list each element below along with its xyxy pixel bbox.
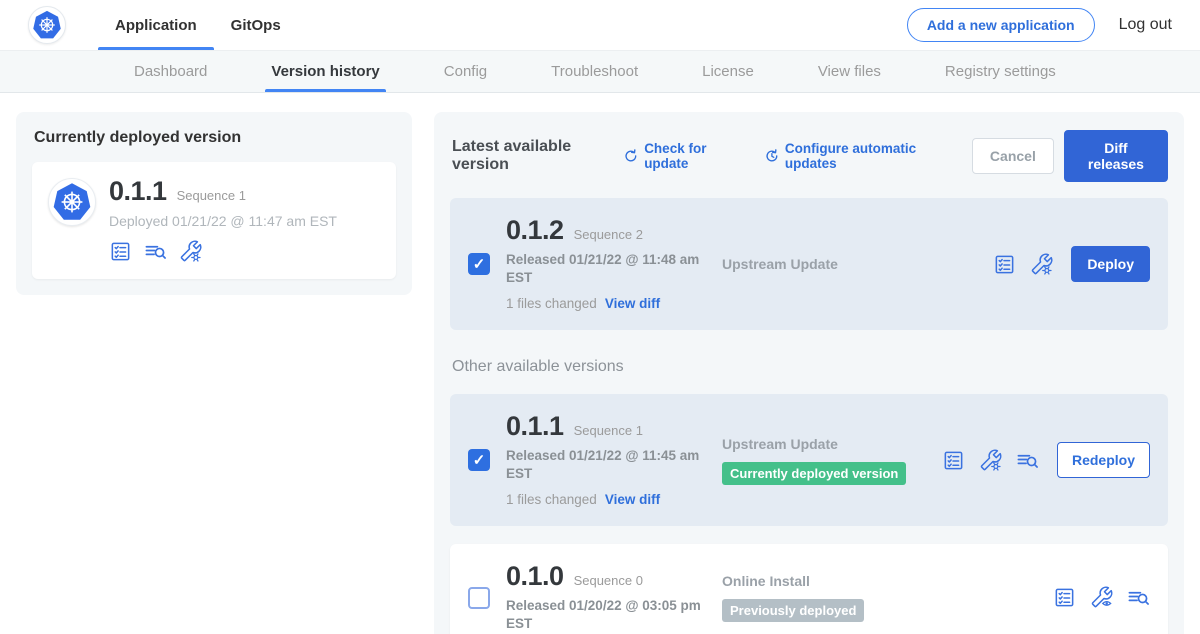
subnav-item-troubleshoot[interactable]: Troubleshoot — [547, 51, 642, 92]
subnav-label-config: Config — [444, 63, 487, 80]
latest-version-title: Latest available version — [452, 138, 608, 174]
version-checkbox[interactable] — [468, 587, 490, 609]
subnav-item-config[interactable]: Config — [440, 51, 491, 92]
version-row-0-1-1: ✓ 0.1.1 Sequence 1 Released 01/21/22 @ 1… — [450, 394, 1168, 526]
currently-deployed-card: 0.1.1 Sequence 1 Deployed 01/21/22 @ 11:… — [32, 162, 396, 279]
config-edit-icon[interactable] — [1030, 253, 1053, 276]
top-tabs: Application GitOps — [98, 0, 298, 50]
checkbox-check-icon: ✓ — [473, 451, 486, 469]
config-edit-icon[interactable] — [179, 240, 202, 263]
config-edit-icon[interactable] — [979, 449, 1002, 472]
version-checkbox[interactable]: ✓ — [468, 253, 490, 275]
redeploy-button[interactable]: Redeploy — [1057, 442, 1150, 478]
config-view-icon[interactable] — [1090, 586, 1113, 609]
deploy-button[interactable]: Deploy — [1071, 246, 1150, 282]
sequence-label: Sequence 1 — [574, 423, 643, 438]
diff-releases-button[interactable]: Diff releases — [1064, 130, 1168, 182]
version-checkbox[interactable]: ✓ — [468, 449, 490, 471]
subnav-label-license: License — [702, 63, 754, 80]
top-navbar: Application GitOps Add a new application… — [0, 0, 1200, 50]
schedule-update-icon — [765, 148, 779, 164]
subnav-label-dashboard: Dashboard — [134, 63, 207, 80]
deployed-timestamp: Deployed 01/21/22 @ 11:47 am EST — [109, 213, 337, 229]
view-diff-link[interactable]: View diff — [605, 492, 660, 507]
version-source: Upstream Update — [722, 256, 977, 272]
cancel-button[interactable]: Cancel — [972, 138, 1054, 174]
files-changed-label: 1 files changed — [506, 492, 597, 507]
preflight-checks-icon[interactable] — [942, 449, 965, 472]
configure-auto-updates-label: Configure automatic updates — [785, 141, 946, 171]
deployed-version-info: 0.1.1 Sequence 1 Deployed 01/21/22 @ 11:… — [109, 178, 337, 263]
currently-deployed-panel: Currently deployed version 0.1.1 Sequenc… — [16, 112, 412, 295]
deploy-logs-icon[interactable] — [1127, 586, 1150, 609]
tab-application[interactable]: Application — [98, 0, 214, 50]
version-info: 0.1.2 Sequence 2 Released 01/21/22 @ 11:… — [506, 217, 706, 311]
preflight-checks-icon[interactable] — [109, 240, 132, 263]
version-history-panel: Latest available version Check for updat… — [434, 112, 1184, 634]
sequence-label: Sequence 0 — [574, 573, 643, 588]
source-label: Upstream Update — [722, 436, 926, 452]
subnav-item-license[interactable]: License — [698, 51, 758, 92]
version-source: Upstream Update Currently deployed versi… — [722, 436, 926, 485]
deployed-actions — [109, 240, 337, 263]
version-info: 0.1.0 Sequence 0 Released 01/20/22 @ 03:… — [506, 563, 706, 632]
preflight-checks-icon[interactable] — [993, 253, 1016, 276]
topnav-right: Add a new application Log out — [907, 8, 1172, 42]
subnav-item-dashboard[interactable]: Dashboard — [130, 51, 211, 92]
subnav-label-registry-settings: Registry settings — [945, 63, 1056, 80]
other-versions-heading: Other available versions — [452, 358, 1166, 376]
subnav-item-view-files[interactable]: View files — [814, 51, 885, 92]
tab-gitops-label: GitOps — [231, 17, 281, 34]
tab-gitops[interactable]: GitOps — [214, 0, 298, 50]
version-actions: Redeploy — [942, 442, 1150, 478]
deployed-sequence-label: Sequence 1 — [177, 188, 246, 203]
check-for-update-label: Check for update — [644, 141, 739, 171]
main-content: Currently deployed version 0.1.1 Sequenc… — [0, 93, 1200, 634]
released-timestamp: Released 01/21/22 @ 11:48 am EST — [506, 251, 706, 286]
version-actions — [1053, 586, 1150, 609]
version-number: 0.1.1 — [506, 413, 564, 440]
currently-deployed-heading: Currently deployed version — [34, 129, 394, 147]
tab-application-label: Application — [115, 17, 197, 34]
released-timestamp: Released 01/21/22 @ 11:45 am EST — [506, 447, 706, 482]
version-number: 0.1.2 — [506, 217, 564, 244]
deployed-version-number: 0.1.1 — [109, 178, 167, 205]
source-label: Upstream Update — [722, 256, 977, 272]
currently-deployed-badge: Currently deployed version — [722, 462, 906, 485]
check-for-update-link[interactable]: Check for update — [624, 141, 739, 171]
subnav-item-version-history[interactable]: Version history — [267, 51, 383, 92]
preflight-checks-icon[interactable] — [1053, 586, 1076, 609]
files-changed-label: 1 files changed — [506, 296, 597, 311]
previously-deployed-badge: Previously deployed — [722, 599, 864, 622]
deploy-logs-icon[interactable] — [1016, 449, 1039, 472]
kubernetes-logo-icon — [52, 182, 92, 222]
app-subnav: Dashboard Version history Config Trouble… — [0, 50, 1200, 93]
latest-version-header: Latest available version Check for updat… — [452, 130, 1168, 182]
subnav-item-registry-settings[interactable]: Registry settings — [941, 51, 1060, 92]
add-new-application-button[interactable]: Add a new application — [907, 8, 1095, 42]
logout-link[interactable]: Log out — [1119, 16, 1172, 34]
released-timestamp: Released 01/20/22 @ 03:05 pm EST — [506, 597, 706, 632]
deploy-logs-icon[interactable] — [144, 240, 167, 263]
subnav-label-troubleshoot: Troubleshoot — [551, 63, 638, 80]
version-actions: Deploy — [993, 246, 1150, 282]
configure-auto-updates-link[interactable]: Configure automatic updates — [765, 141, 946, 171]
subnav-label-version-history: Version history — [271, 63, 379, 80]
version-row-0-1-0: 0.1.0 Sequence 0 Released 01/20/22 @ 03:… — [450, 544, 1168, 634]
version-number: 0.1.0 — [506, 563, 564, 590]
view-diff-link[interactable]: View diff — [605, 296, 660, 311]
version-source: Online Install Previously deployed — [722, 573, 1037, 622]
version-info: 0.1.1 Sequence 1 Released 01/21/22 @ 11:… — [506, 413, 706, 507]
source-label: Online Install — [722, 573, 1037, 589]
subnav-label-view-files: View files — [818, 63, 881, 80]
sequence-label: Sequence 2 — [574, 227, 643, 242]
app-logo — [28, 6, 66, 44]
version-row-0-1-2: ✓ 0.1.2 Sequence 2 Released 01/21/22 @ 1… — [450, 198, 1168, 330]
refresh-icon — [624, 148, 638, 164]
deployed-app-logo — [48, 178, 96, 226]
kubernetes-logo-icon — [32, 10, 62, 40]
checkbox-check-icon: ✓ — [473, 255, 486, 273]
